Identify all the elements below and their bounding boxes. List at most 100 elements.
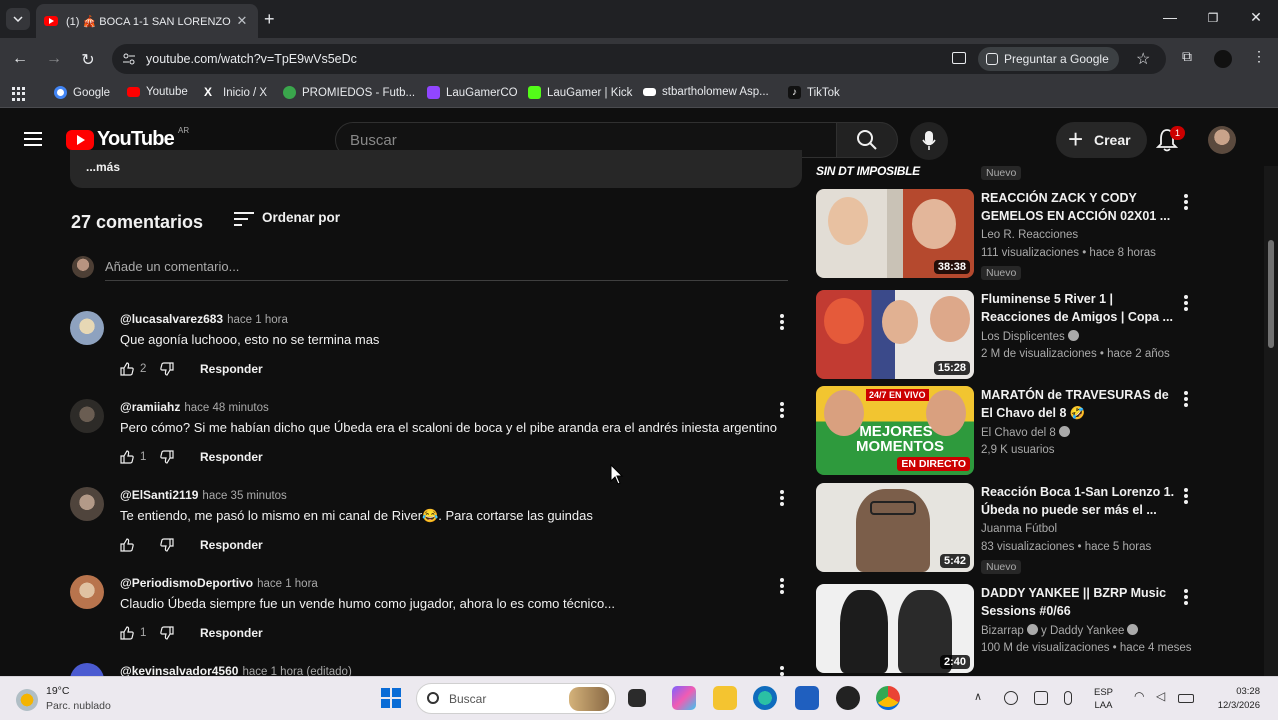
wifi-icon[interactable]: ◠ [1134, 689, 1148, 703]
related-video[interactable]: 5:42 Reacción Boca 1-San Lorenzo 1. Úbed… [816, 483, 1196, 575]
video-channel[interactable]: El Chavo del 8 [981, 426, 1070, 439]
sort-comments-button[interactable]: Ordenar por [234, 210, 340, 226]
like-icon[interactable] [120, 450, 134, 464]
volume-icon[interactable]: ◁ [1156, 689, 1170, 703]
site-settings-icon[interactable] [122, 52, 136, 66]
browser-tab-active[interactable]: (1) 🎪 BOCA 1-1 SAN LORENZO ✕ [36, 4, 258, 38]
like-icon[interactable] [120, 626, 134, 640]
video-thumbnail[interactable]: 38:38 [816, 189, 974, 278]
add-comment-input[interactable]: Añade un comentario... [105, 259, 239, 274]
app-icon[interactable] [836, 686, 860, 710]
language-indicator[interactable]: ESP LAA [1094, 686, 1113, 712]
video-title[interactable]: REACCIÓN ZACK Y CODY GEMELOS EN ACCIÓN 0… [981, 189, 1176, 225]
comment-avatar[interactable] [70, 311, 104, 345]
video-title[interactable]: DADDY YANKEE || BZRP Music Sessions #0/6… [981, 584, 1176, 620]
video-title[interactable]: MARATÓN de TRAVESURAS de El Chavo del 8 … [981, 386, 1176, 422]
edge-icon[interactable] [753, 686, 777, 710]
taskbar-search[interactable]: Buscar [416, 683, 616, 714]
show-hidden-icons[interactable]: ∧ [974, 690, 988, 704]
apps-grid-icon[interactable] [12, 87, 26, 101]
task-view-icon[interactable] [628, 689, 646, 707]
restore-button[interactable]: ❐ [1203, 11, 1223, 25]
video-thumbnail[interactable]: 15:28 [816, 290, 974, 379]
video-channel[interactable]: Bizarrap y Daddy Yankee [981, 624, 1139, 637]
back-button[interactable]: ← [10, 50, 30, 68]
forward-button[interactable]: → [44, 50, 64, 68]
hamburger-menu-icon[interactable] [24, 132, 42, 146]
url-text[interactable]: youtube.com/watch?v=TpE9wVs5eDc [146, 52, 357, 66]
tab-search-button[interactable] [6, 8, 30, 30]
close-tab-icon[interactable]: ✕ [234, 13, 250, 29]
reply-button[interactable]: Responder [200, 538, 263, 552]
bookmark-twitch[interactable]: LauGamerCO [427, 86, 518, 99]
description-card[interactable]: ...más [70, 150, 802, 188]
video-channel[interactable]: Los Displicentes [981, 330, 1079, 343]
profile-avatar[interactable] [1214, 50, 1232, 68]
related-video[interactable]: 15:28 Fluminense 5 River 1 | Reacciones … [816, 290, 1196, 382]
microsoft-store-icon[interactable] [795, 686, 819, 710]
video-menu-icon[interactable] [1182, 193, 1190, 211]
video-channel[interactable]: Leo R. Reacciones [981, 229, 1078, 241]
comment-time[interactable]: hace 48 minutos [184, 402, 268, 414]
ask-google-button[interactable]: Preguntar a Google [978, 47, 1119, 71]
related-video[interactable]: 38:38 REACCIÓN ZACK Y CODY GEMELOS EN AC… [816, 189, 1196, 281]
new-tab-button[interactable]: + [264, 9, 275, 30]
reply-button[interactable]: Responder [200, 626, 263, 640]
reply-button[interactable]: Responder [200, 450, 263, 464]
video-title[interactable]: Reacción Boca 1-San Lorenzo 1. Úbeda no … [981, 483, 1176, 519]
related-video[interactable]: 2:40 DADDY YANKEE || BZRP Music Sessions… [816, 584, 1196, 676]
video-menu-icon[interactable] [1182, 487, 1190, 505]
video-menu-icon[interactable] [1182, 294, 1190, 312]
browser-menu-icon[interactable]: ⋮ [1252, 48, 1266, 65]
cloud-icon[interactable] [1034, 691, 1048, 705]
copilot-icon[interactable] [672, 686, 696, 710]
video-channel[interactable]: Juanma Fútbol [981, 523, 1057, 535]
comment-time[interactable]: hace 1 hora (editado) [242, 666, 351, 676]
comment-time[interactable]: hace 1 hora [257, 578, 318, 590]
comment-author[interactable]: @ramiiahz [120, 400, 180, 414]
video-menu-icon[interactable] [1182, 390, 1190, 408]
video-thumbnail[interactable]: 24/7 EN VIVO MEJORES MOMENTOS EN DIRECTO [816, 386, 974, 475]
comment-avatar[interactable] [70, 487, 104, 521]
tab-groups-icon[interactable]: ⧉ [1182, 48, 1192, 65]
bookmark-google[interactable]: Google [54, 86, 110, 99]
bookmark-tiktok[interactable]: ♪ TikTok [788, 86, 840, 99]
minimize-button[interactable]: — [1160, 9, 1180, 25]
video-thumbnail[interactable]: 2:40 [816, 584, 974, 673]
search-button[interactable] [836, 122, 898, 158]
microphone-icon[interactable] [1064, 691, 1072, 705]
bookmark-promiedos[interactable]: PROMIEDOS - Futb... [283, 86, 415, 99]
chrome-icon[interactable] [876, 686, 900, 710]
comment-avatar[interactable] [70, 663, 104, 676]
related-video[interactable]: 24/7 EN VIVO MEJORES MOMENTOS EN DIRECTO… [816, 386, 1196, 478]
comment-menu-icon[interactable] [778, 313, 786, 331]
like-icon[interactable] [120, 538, 134, 552]
like-icon[interactable] [120, 362, 134, 376]
sync-icon[interactable] [1004, 691, 1018, 705]
create-button[interactable]: Crear [1056, 121, 1147, 158]
comment-avatar[interactable] [70, 399, 104, 433]
battery-icon[interactable] [1178, 694, 1194, 703]
comment-menu-icon[interactable] [778, 401, 786, 419]
youtube-logo[interactable]: YouTube AR [66, 126, 189, 151]
comment-author[interactable]: @lucasalvarez683 [120, 312, 223, 326]
bookmark-star-icon[interactable]: ☆ [1136, 49, 1150, 69]
bookmark-kick[interactable]: LauGamer | Kick [528, 86, 632, 99]
description-more[interactable]: ...más [86, 160, 120, 174]
dislike-icon[interactable] [160, 450, 174, 464]
comment-menu-icon[interactable] [778, 665, 786, 676]
bookmark-stbartholomew[interactable]: stbartholomew Asp... [643, 86, 769, 98]
bookmark-x[interactable]: X Inicio / X [204, 86, 267, 99]
dislike-icon[interactable] [160, 626, 174, 640]
reload-button[interactable]: ↻ [78, 50, 98, 70]
install-app-icon[interactable] [952, 52, 966, 64]
dislike-icon[interactable] [160, 362, 174, 376]
scrollbar-thumb[interactable] [1268, 240, 1274, 348]
reply-button[interactable]: Responder [200, 362, 263, 376]
bookmark-youtube[interactable]: Youtube [127, 86, 188, 98]
close-window-button[interactable]: ✕ [1246, 9, 1266, 26]
video-title[interactable]: Fluminense 5 River 1 | Reacciones de Ami… [981, 290, 1176, 326]
comment-menu-icon[interactable] [778, 577, 786, 595]
video-thumbnail-partial[interactable]: SIN DT IMPOSIBLE [816, 162, 974, 178]
comment-author[interactable]: @ElSanti2119 [120, 488, 198, 502]
